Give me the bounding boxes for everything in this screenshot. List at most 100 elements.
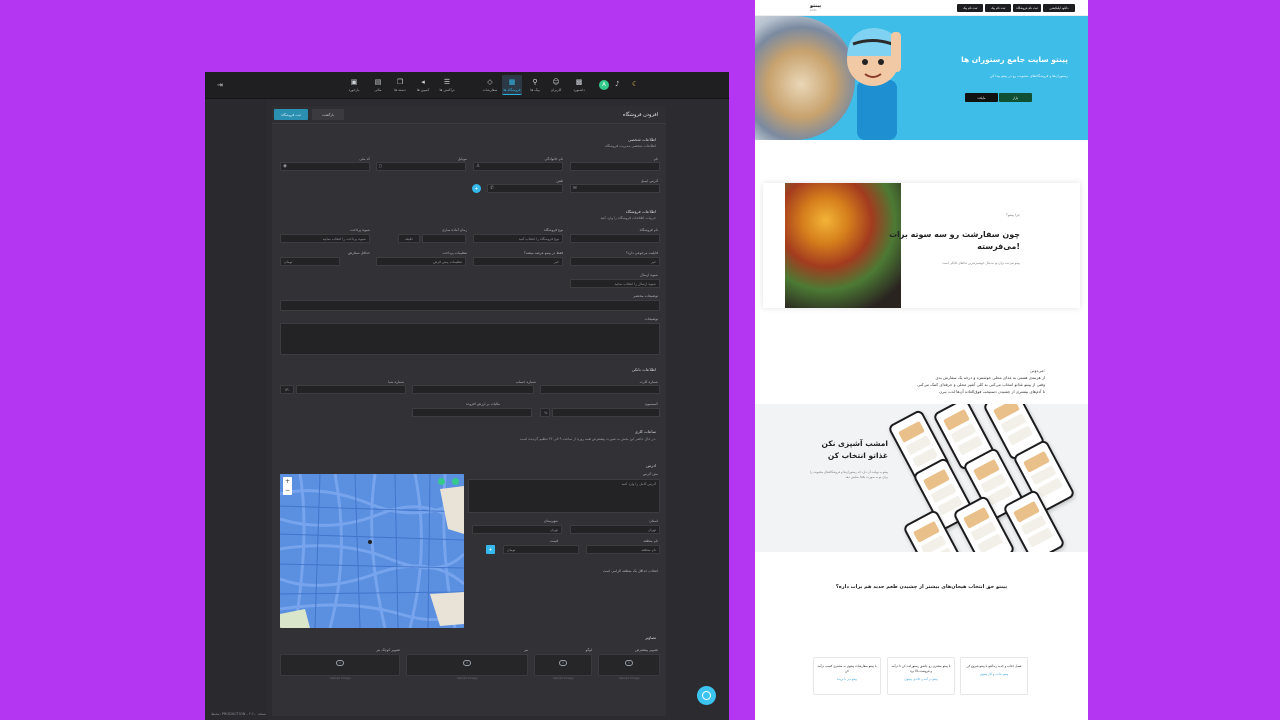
moon-icon[interactable]: ☾ [632,80,638,88]
store-type-label: نوع فروشگاه [543,228,563,232]
price-label: قیمت [549,539,558,543]
return-select[interactable]: خیر [570,257,660,266]
area-name-input[interactable]: نام منطقه [586,545,660,554]
promo-subtitle: پینتو به نهایت آن دارد که رستوران‌ها و ف… [810,470,888,479]
default-image-upload[interactable]: ↑ Upload Image [598,654,660,680]
diamond-icon: ◇ [487,78,493,86]
commission-input[interactable] [552,408,660,417]
images-section-title: تصاویر [644,636,656,640]
nav-item-finance[interactable]: ▤ مالی [368,75,388,95]
payment-settings-select[interactable]: تنظیمات پیش فرض [376,257,466,266]
sidebar [205,99,267,720]
id-card-icon: ◉ [283,164,287,169]
admin-topbar: ⇥ ▣ بازخورد ▤ مالی ❐ دسته ها ◂ کمپین ها … [205,72,729,99]
support-chat-button[interactable] [697,686,716,705]
last-name-input[interactable]: ♙ [473,162,563,171]
feature-card: با پینتو مشتری رو عاشق رستورانت کن تا در… [887,657,955,695]
logo-upload[interactable]: ↑ Upload Image [534,654,592,680]
feature-link[interactable]: پینتو عادت و کار پینتوی [964,672,1024,676]
map[interactable]: + − [280,474,464,628]
banner-thumb-upload[interactable]: ↑ Upload Image [280,654,400,680]
first-name-input[interactable] [570,162,660,171]
pinto-only-select[interactable]: خیر [473,257,563,266]
nav-item-campaigns[interactable]: ◂ کمپین ها [413,75,433,95]
phone-input[interactable]: ✆ [487,184,563,193]
pinto-only-label: فقط در پینتو عرضه میشه؟ [523,251,563,255]
mail-icon: ✉ [573,186,577,191]
feature-link[interactable]: پینتو در آمد و خانه‌ی پینتوی [891,677,951,681]
payment-method-select[interactable]: شیوه پرداخت را انتخاب نمایید [280,234,370,243]
persian-food-image [785,183,901,308]
province-label: استان [649,519,658,523]
nav-courier-signup[interactable]: ثبت نام پیک [957,4,983,12]
prep-time-input[interactable] [422,234,466,243]
feature-link[interactable]: پینتو دیر با بریده [817,677,877,681]
national-code-input[interactable]: ◉ [280,162,370,171]
email-input[interactable]: ✉ [570,184,660,193]
area-name-label: نام منطقه [643,539,658,543]
account-number-label: شماره حساب [515,380,536,384]
description-label: توضیحات [644,317,658,321]
add-phone-button[interactable]: + [472,184,481,193]
prep-time-unit: دقیقه [398,234,420,243]
banner-upload[interactable]: ↑ Upload Image [406,654,528,680]
mobile-input[interactable]: ▯ [376,162,466,171]
city-select[interactable]: تهران [472,525,562,534]
avatar[interactable]: A [599,80,609,90]
map-draw-icon[interactable] [438,478,445,485]
nav-item-transactions[interactable]: ☰ تراکنش ها [437,75,457,95]
account-number-input[interactable] [412,385,534,394]
nav-store-signup[interactable]: ثبت نام فروشگاه [1013,4,1041,12]
store-section-title: اطلاعات فروشگاه [625,210,656,214]
money-icon: ▤ [374,78,382,86]
payment-method-label: شیوه پرداخت [350,228,370,232]
hero-subtitle: رستوران‌ها و فروشگاه‌های محبوبت رو در پی… [989,74,1068,78]
nav-item-orders[interactable]: ◇ سفارشات [480,75,500,95]
myket-badge[interactable]: مایکت [965,93,998,102]
percent-sign: % [540,408,550,417]
store-type-select[interactable]: نوع فروشگاه را انتخاب کنید [473,234,563,243]
map-polygon-icon[interactable] [452,478,459,485]
nav-item-users[interactable]: ☺ کاربران [546,75,566,95]
hero-section: پینتو سایت جامع رستوران ها رستوران‌ها و … [755,16,1088,140]
nav-item-stores[interactable]: ▦ فروشگاه ها [502,75,522,95]
send-method-select[interactable]: شیوه ارسال را انتخاب نمایید [570,279,660,288]
upload-cloud-icon: ↑ [625,660,633,666]
description-textarea[interactable] [280,323,660,355]
sheba-input[interactable] [296,385,406,394]
price-input[interactable]: تومان [503,545,579,554]
city-label: شهرستان [543,519,558,523]
site-logo[interactable]: پینتو pinto [810,3,821,12]
nav-item-feedback[interactable]: ▣ بازخورد [344,75,364,95]
save-store-button[interactable]: ثبت فروشگاه [274,109,308,120]
nav-item-dashboard[interactable]: ▩ داشبورد [569,75,589,95]
store-name-label: نام فروشگاه [639,228,658,232]
store-icon: ▦ [508,77,516,86]
nav-courier-signup-2[interactable]: ثبت نام پیک [985,4,1011,12]
tax-select[interactable] [412,408,532,417]
email-label: آدرس ایمیل [640,179,658,183]
province-select[interactable]: تهران [570,525,660,534]
map-marker-icon[interactable] [368,540,372,544]
bazaar-badge[interactable]: بازار [999,93,1032,102]
nav-item-couriers[interactable]: ⚲ پیک ها [525,75,545,95]
national-code-label: کد ملی [359,157,370,161]
form-header: ثبت فروشگاه بازگشت افزودن فروشگاه [272,106,666,124]
card-number-input[interactable] [540,385,660,394]
full-address-textarea[interactable]: آدرس کامل را وارد کنید [468,479,660,513]
add-store-form: ثبت فروشگاه بازگشت افزودن فروشگاه اطلاعا… [272,106,666,716]
short-desc-input[interactable] [280,300,660,311]
map-zoom-controls[interactable]: + − [283,477,292,495]
store-name-input[interactable] [570,234,660,243]
feature-card: با پینتو سفارشات پینتوی به مشتری کسب درآ… [813,657,881,695]
users-icon: ☺ [552,78,560,86]
add-area-button[interactable]: + [486,545,495,554]
logout-icon[interactable]: ⇥ [217,81,223,89]
min-order-input[interactable]: تومان [280,257,340,266]
nav-download-app[interactable]: دانلود اپلیکیشن [1043,4,1075,12]
bell-icon[interactable]: ♪ [615,80,619,88]
back-button[interactable]: بازگشت [312,109,344,120]
chat-bubble-icon [702,691,711,700]
dashboard-icon: ▩ [575,78,583,86]
nav-item-categories[interactable]: ❐ دسته ها [390,75,410,95]
